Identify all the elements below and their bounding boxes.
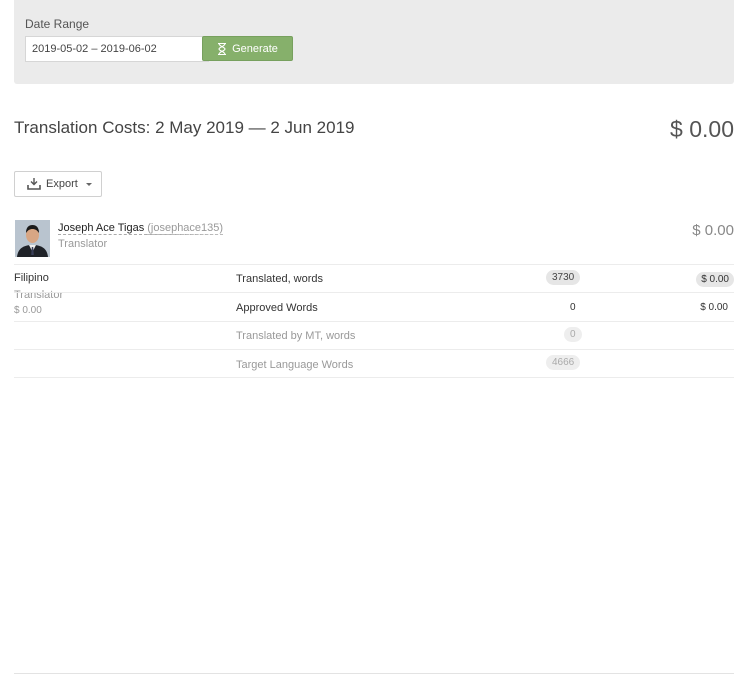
report-total: $ 0.00	[670, 116, 734, 142]
language-role: Translator	[14, 289, 64, 301]
hourglass-icon	[218, 42, 227, 55]
user-role: Translator	[58, 238, 108, 250]
row-divider	[14, 292, 734, 293]
export-button-label: Export	[46, 178, 78, 190]
metric-value-badge: 0	[564, 327, 582, 342]
language-cost: $ 0.00	[14, 305, 42, 316]
metric-label-translated-words: Translated, words	[236, 273, 324, 285]
user-name: Joseph Ace Tigas	[58, 222, 145, 234]
report-title: Translation Costs: 2 May 2019 — 2 Jun 20…	[14, 118, 355, 137]
metric-value-badge: 3730	[546, 270, 581, 285]
row-divider	[14, 377, 734, 378]
date-range-label: Date Range	[25, 17, 90, 31]
metric-cost-translated-words: $ 0.00	[696, 272, 734, 287]
row-divider	[14, 264, 734, 265]
user-name-link[interactable]: Joseph Ace Tigas (josephace135)	[58, 222, 224, 235]
language-name: Filipino	[14, 272, 49, 284]
metric-value-badge: 4666	[546, 355, 581, 370]
generate-button[interactable]: Generate	[202, 36, 293, 61]
row-divider	[14, 349, 734, 350]
metric-label-translated-by-mt: Translated by MT, words	[236, 330, 356, 342]
user-handle: (josephace135)	[147, 222, 224, 235]
metric-cost-approved-words: $ 0.00	[700, 302, 728, 313]
footer-divider	[14, 673, 734, 674]
generate-button-label: Generate	[232, 42, 278, 55]
metric-label-approved-words: Approved Words	[236, 302, 318, 314]
metric-value-translated-words: 3730	[546, 270, 581, 285]
chevron-down-icon	[85, 182, 92, 186]
user-avatar	[15, 220, 50, 257]
metric-label-target-language-words: Target Language Words	[236, 359, 354, 371]
download-icon	[27, 178, 41, 190]
row-divider	[14, 321, 734, 322]
date-range-filter-panel: Date Range Generate	[14, 0, 734, 84]
user-total: $ 0.00	[692, 222, 734, 239]
metric-value-target-language-words: 4666	[546, 355, 581, 370]
metric-value-approved-words: 0	[570, 302, 576, 313]
export-button[interactable]: Export	[14, 171, 102, 197]
date-range-input[interactable]	[25, 36, 209, 62]
metric-value-translated-by-mt: 0	[564, 327, 582, 342]
